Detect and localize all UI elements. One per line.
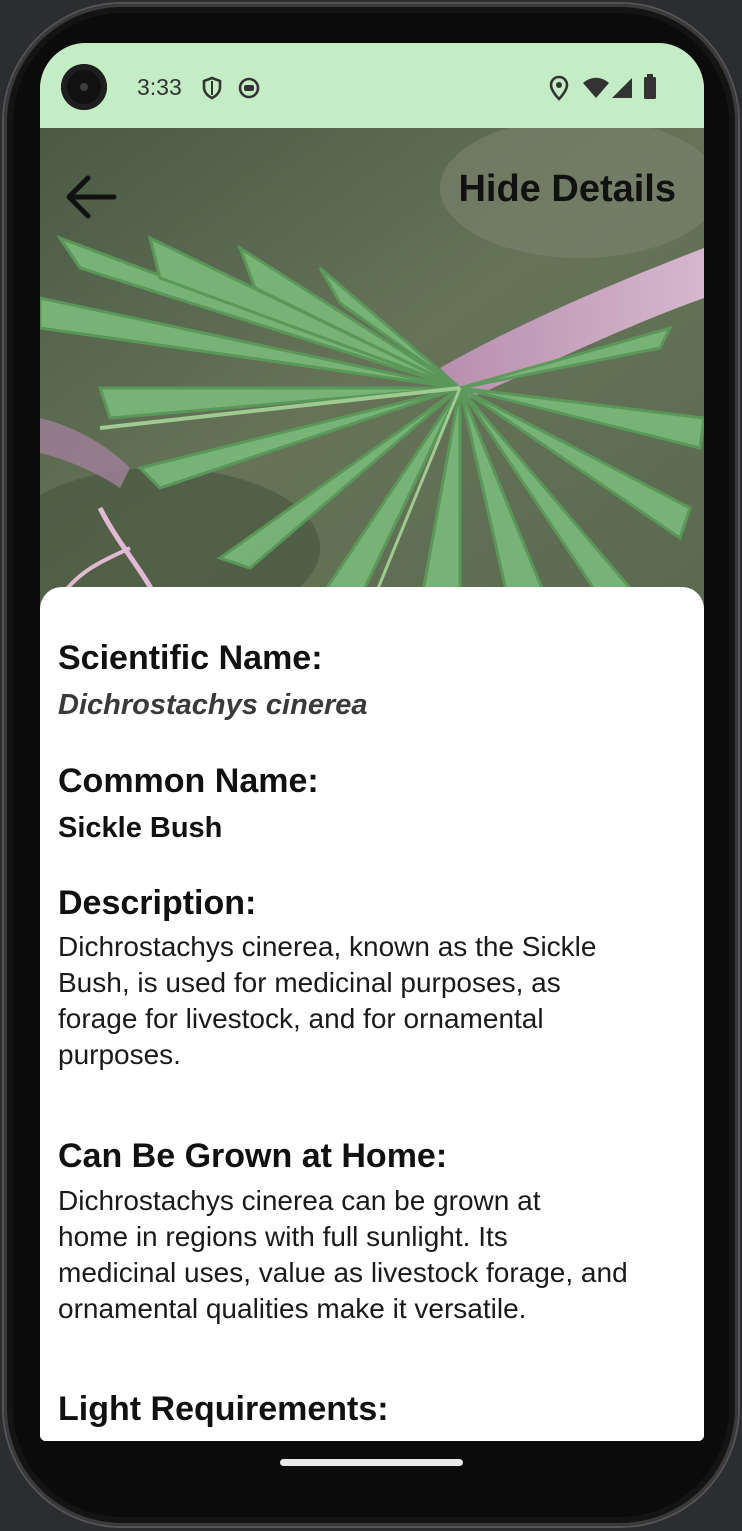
home-gesture-bar[interactable]	[280, 1459, 463, 1466]
status-time: 3:33	[137, 74, 182, 100]
scientific-name-value: Dichrostachys cinerea	[58, 689, 368, 721]
hide-details-button[interactable]: Hide Details	[458, 168, 676, 211]
scientific-name-label: Scientific Name:	[58, 639, 323, 677]
face-icon	[237, 76, 261, 105]
home-growing-line: home in regions with full sunlight. Its	[58, 1221, 508, 1252]
description-label: Description:	[58, 884, 257, 922]
home-growing-line: medicinal uses, value as livestock forag…	[58, 1257, 628, 1288]
arrow-left-icon	[66, 175, 117, 219]
description-line: Dichrostachys cinerea, known as the Sick…	[58, 931, 597, 962]
app-screen: 3:33 Hide Details Scientific Name: Dichr…	[40, 43, 704, 1441]
front-camera	[61, 64, 107, 110]
home-growing-label: Can Be Grown at Home:	[58, 1137, 448, 1175]
details-sheet: Scientific Name: Dichrostachys cinerea C…	[40, 587, 704, 1441]
battery-icon	[643, 74, 657, 105]
home-growing-line: Dichrostachys cinerea can be grown at	[58, 1185, 541, 1216]
plant-photo: Hide Details	[40, 128, 704, 608]
back-button[interactable]	[64, 172, 120, 222]
signal-icon	[611, 77, 633, 104]
description-text: Dichrostachys cinerea, known as the Sick…	[58, 929, 686, 1073]
description-line: Bush, is used for medicinal purposes, as	[58, 967, 561, 998]
location-icon	[549, 75, 569, 106]
light-requirements-label: Light Requirements:	[58, 1390, 389, 1428]
description-line: purposes.	[58, 1039, 181, 1070]
home-growing-line: ornamental qualities make it versatile.	[58, 1293, 527, 1324]
description-line: forage for livestock, and for ornamental	[58, 1003, 544, 1034]
shield-icon	[201, 76, 223, 105]
common-name-value: Sickle Bush	[58, 812, 223, 844]
status-bar: 3:33	[40, 43, 704, 128]
home-growing-text: Dichrostachys cinerea can be grown at ho…	[58, 1183, 686, 1327]
wifi-icon	[582, 77, 610, 104]
common-name-label: Common Name:	[58, 762, 319, 800]
